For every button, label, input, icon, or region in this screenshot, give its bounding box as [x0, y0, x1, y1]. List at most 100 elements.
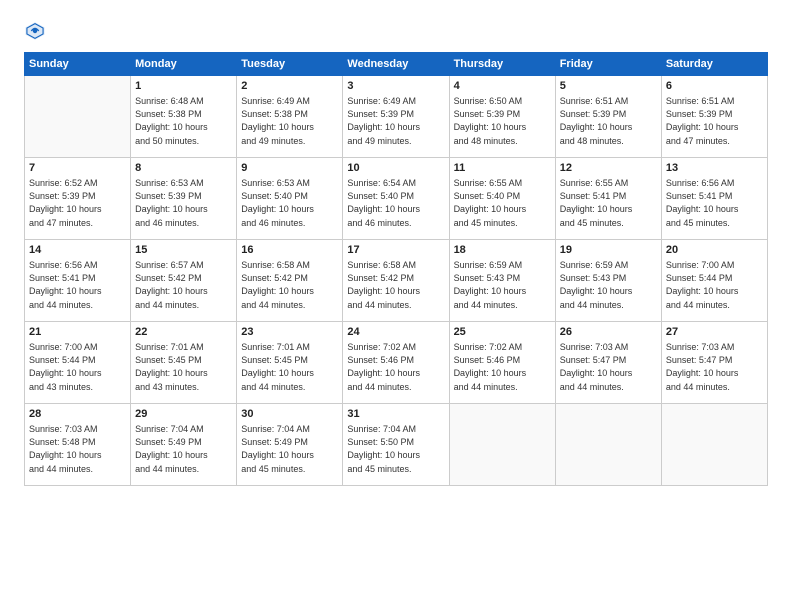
calendar: SundayMondayTuesdayWednesdayThursdayFrid…	[24, 52, 768, 486]
day-number: 30	[241, 407, 338, 422]
day-info: Sunrise: 6:57 AM Sunset: 5:42 PM Dayligh…	[135, 259, 232, 311]
day-info: Sunrise: 6:49 AM Sunset: 5:39 PM Dayligh…	[347, 95, 444, 147]
day-info: Sunrise: 7:04 AM Sunset: 5:49 PM Dayligh…	[135, 423, 232, 475]
logo-icon	[24, 20, 46, 42]
day-number: 28	[29, 407, 126, 422]
calendar-body: 1Sunrise: 6:48 AM Sunset: 5:38 PM Daylig…	[25, 76, 768, 486]
day-number: 15	[135, 243, 232, 258]
day-number: 26	[560, 325, 657, 340]
day-info: Sunrise: 7:03 AM Sunset: 5:48 PM Dayligh…	[29, 423, 126, 475]
day-cell: 26Sunrise: 7:03 AM Sunset: 5:47 PM Dayli…	[555, 322, 661, 404]
day-info: Sunrise: 7:03 AM Sunset: 5:47 PM Dayligh…	[560, 341, 657, 393]
page: SundayMondayTuesdayWednesdayThursdayFrid…	[0, 0, 792, 612]
day-number: 25	[454, 325, 551, 340]
day-cell: 11Sunrise: 6:55 AM Sunset: 5:40 PM Dayli…	[449, 158, 555, 240]
day-info: Sunrise: 6:58 AM Sunset: 5:42 PM Dayligh…	[241, 259, 338, 311]
day-cell: 3Sunrise: 6:49 AM Sunset: 5:39 PM Daylig…	[343, 76, 449, 158]
day-info: Sunrise: 7:02 AM Sunset: 5:46 PM Dayligh…	[347, 341, 444, 393]
day-number: 24	[347, 325, 444, 340]
day-number: 20	[666, 243, 763, 258]
day-cell: 27Sunrise: 7:03 AM Sunset: 5:47 PM Dayli…	[661, 322, 767, 404]
day-cell: 16Sunrise: 6:58 AM Sunset: 5:42 PM Dayli…	[237, 240, 343, 322]
weekday-row: SundayMondayTuesdayWednesdayThursdayFrid…	[25, 53, 768, 76]
day-info: Sunrise: 6:59 AM Sunset: 5:43 PM Dayligh…	[454, 259, 551, 311]
day-info: Sunrise: 7:01 AM Sunset: 5:45 PM Dayligh…	[135, 341, 232, 393]
day-info: Sunrise: 6:56 AM Sunset: 5:41 PM Dayligh…	[666, 177, 763, 229]
day-number: 13	[666, 161, 763, 176]
day-cell: 25Sunrise: 7:02 AM Sunset: 5:46 PM Dayli…	[449, 322, 555, 404]
day-cell: 7Sunrise: 6:52 AM Sunset: 5:39 PM Daylig…	[25, 158, 131, 240]
day-number: 14	[29, 243, 126, 258]
day-number: 2	[241, 79, 338, 94]
day-cell: 24Sunrise: 7:02 AM Sunset: 5:46 PM Dayli…	[343, 322, 449, 404]
day-cell: 12Sunrise: 6:55 AM Sunset: 5:41 PM Dayli…	[555, 158, 661, 240]
header	[24, 20, 768, 42]
day-info: Sunrise: 7:00 AM Sunset: 5:44 PM Dayligh…	[29, 341, 126, 393]
day-info: Sunrise: 6:55 AM Sunset: 5:40 PM Dayligh…	[454, 177, 551, 229]
day-info: Sunrise: 6:56 AM Sunset: 5:41 PM Dayligh…	[29, 259, 126, 311]
day-cell: 31Sunrise: 7:04 AM Sunset: 5:50 PM Dayli…	[343, 404, 449, 486]
day-number: 22	[135, 325, 232, 340]
day-number: 7	[29, 161, 126, 176]
day-number: 4	[454, 79, 551, 94]
day-cell	[555, 404, 661, 486]
day-cell: 15Sunrise: 6:57 AM Sunset: 5:42 PM Dayli…	[131, 240, 237, 322]
day-cell: 23Sunrise: 7:01 AM Sunset: 5:45 PM Dayli…	[237, 322, 343, 404]
day-number: 6	[666, 79, 763, 94]
day-cell: 22Sunrise: 7:01 AM Sunset: 5:45 PM Dayli…	[131, 322, 237, 404]
day-cell: 5Sunrise: 6:51 AM Sunset: 5:39 PM Daylig…	[555, 76, 661, 158]
week-row-1: 7Sunrise: 6:52 AM Sunset: 5:39 PM Daylig…	[25, 158, 768, 240]
day-cell	[449, 404, 555, 486]
day-cell: 14Sunrise: 6:56 AM Sunset: 5:41 PM Dayli…	[25, 240, 131, 322]
weekday-sunday: Sunday	[25, 53, 131, 76]
day-info: Sunrise: 6:53 AM Sunset: 5:40 PM Dayligh…	[241, 177, 338, 229]
weekday-monday: Monday	[131, 53, 237, 76]
day-number: 10	[347, 161, 444, 176]
day-info: Sunrise: 6:55 AM Sunset: 5:41 PM Dayligh…	[560, 177, 657, 229]
day-number: 29	[135, 407, 232, 422]
day-info: Sunrise: 6:50 AM Sunset: 5:39 PM Dayligh…	[454, 95, 551, 147]
day-cell: 10Sunrise: 6:54 AM Sunset: 5:40 PM Dayli…	[343, 158, 449, 240]
day-number: 16	[241, 243, 338, 258]
calendar-header: SundayMondayTuesdayWednesdayThursdayFrid…	[25, 53, 768, 76]
day-cell: 30Sunrise: 7:04 AM Sunset: 5:49 PM Dayli…	[237, 404, 343, 486]
day-info: Sunrise: 6:51 AM Sunset: 5:39 PM Dayligh…	[666, 95, 763, 147]
day-info: Sunrise: 6:53 AM Sunset: 5:39 PM Dayligh…	[135, 177, 232, 229]
day-number: 1	[135, 79, 232, 94]
day-number: 11	[454, 161, 551, 176]
weekday-saturday: Saturday	[661, 53, 767, 76]
day-cell: 29Sunrise: 7:04 AM Sunset: 5:49 PM Dayli…	[131, 404, 237, 486]
day-info: Sunrise: 6:52 AM Sunset: 5:39 PM Dayligh…	[29, 177, 126, 229]
day-number: 27	[666, 325, 763, 340]
day-number: 12	[560, 161, 657, 176]
day-number: 5	[560, 79, 657, 94]
day-cell: 4Sunrise: 6:50 AM Sunset: 5:39 PM Daylig…	[449, 76, 555, 158]
day-number: 9	[241, 161, 338, 176]
day-cell: 18Sunrise: 6:59 AM Sunset: 5:43 PM Dayli…	[449, 240, 555, 322]
day-cell: 20Sunrise: 7:00 AM Sunset: 5:44 PM Dayli…	[661, 240, 767, 322]
day-info: Sunrise: 6:48 AM Sunset: 5:38 PM Dayligh…	[135, 95, 232, 147]
day-cell: 2Sunrise: 6:49 AM Sunset: 5:38 PM Daylig…	[237, 76, 343, 158]
day-cell: 1Sunrise: 6:48 AM Sunset: 5:38 PM Daylig…	[131, 76, 237, 158]
day-info: Sunrise: 7:04 AM Sunset: 5:49 PM Dayligh…	[241, 423, 338, 475]
day-cell	[661, 404, 767, 486]
day-cell: 9Sunrise: 6:53 AM Sunset: 5:40 PM Daylig…	[237, 158, 343, 240]
day-number: 21	[29, 325, 126, 340]
day-cell: 17Sunrise: 6:58 AM Sunset: 5:42 PM Dayli…	[343, 240, 449, 322]
day-number: 8	[135, 161, 232, 176]
day-cell: 21Sunrise: 7:00 AM Sunset: 5:44 PM Dayli…	[25, 322, 131, 404]
day-cell	[25, 76, 131, 158]
day-number: 17	[347, 243, 444, 258]
day-number: 18	[454, 243, 551, 258]
day-cell: 28Sunrise: 7:03 AM Sunset: 5:48 PM Dayli…	[25, 404, 131, 486]
day-number: 23	[241, 325, 338, 340]
day-info: Sunrise: 7:04 AM Sunset: 5:50 PM Dayligh…	[347, 423, 444, 475]
day-cell: 6Sunrise: 6:51 AM Sunset: 5:39 PM Daylig…	[661, 76, 767, 158]
day-info: Sunrise: 7:02 AM Sunset: 5:46 PM Dayligh…	[454, 341, 551, 393]
day-number: 19	[560, 243, 657, 258]
day-info: Sunrise: 6:49 AM Sunset: 5:38 PM Dayligh…	[241, 95, 338, 147]
day-info: Sunrise: 6:59 AM Sunset: 5:43 PM Dayligh…	[560, 259, 657, 311]
week-row-3: 21Sunrise: 7:00 AM Sunset: 5:44 PM Dayli…	[25, 322, 768, 404]
day-info: Sunrise: 6:54 AM Sunset: 5:40 PM Dayligh…	[347, 177, 444, 229]
day-info: Sunrise: 7:03 AM Sunset: 5:47 PM Dayligh…	[666, 341, 763, 393]
